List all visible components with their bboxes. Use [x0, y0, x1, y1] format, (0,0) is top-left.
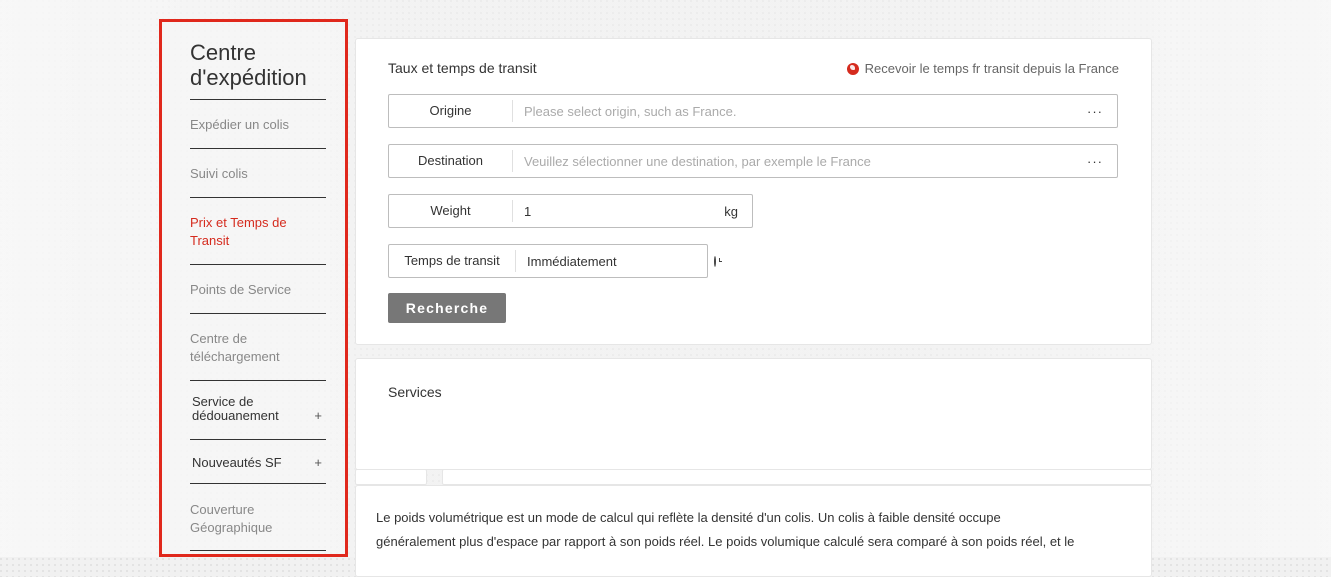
tab-pill[interactable]: [355, 469, 427, 485]
globe-icon: [846, 62, 859, 75]
sidebar-divider: [190, 550, 326, 551]
weight-unit: kg: [724, 203, 738, 219]
france-transit-link[interactable]: Recevoir le temps fr transit depuis la F…: [846, 61, 1119, 76]
weight-label: Weight: [389, 200, 513, 222]
clock-icon[interactable]: [714, 255, 722, 267]
services-title: Services: [388, 384, 442, 400]
sidebar-divider: [190, 313, 326, 314]
sidebar-divider: [190, 197, 326, 198]
origin-field[interactable]: Origine ···: [388, 94, 1118, 128]
transit-time-input[interactable]: [516, 253, 714, 269]
more-options-icon[interactable]: ···: [1087, 104, 1117, 119]
weight-field[interactable]: Weight kg: [388, 194, 753, 228]
services-panel: Services: [355, 358, 1152, 470]
sidebar-divider: [190, 439, 326, 440]
volumetric-info-panel: Le poids volumétrique est un mode de cal…: [355, 485, 1152, 577]
sidebar-divider: [190, 483, 326, 484]
sidebar-divider: [190, 148, 326, 149]
tab-pill[interactable]: [442, 469, 1152, 485]
more-options-icon[interactable]: ···: [1087, 154, 1117, 169]
panel-title: Taux et temps de transit: [388, 60, 537, 76]
sidebar-item-customs-service[interactable]: Service de dédouanement +: [192, 395, 328, 423]
transit-time-label: Temps de transit: [389, 250, 516, 272]
volumetric-info-text: Le poids volumétrique est un mode de cal…: [376, 510, 1075, 549]
sidebar-title: Centre d'expédition: [190, 40, 307, 90]
origin-label: Origine: [389, 100, 513, 122]
sidebar-divider: [190, 264, 326, 265]
rates-transit-panel: Taux et temps de transit Recevoir le tem…: [355, 38, 1152, 345]
expand-plus-icon[interactable]: +: [314, 409, 322, 423]
sidebar-divider: [190, 99, 326, 100]
expand-plus-icon[interactable]: +: [314, 454, 322, 472]
search-button[interactable]: Recherche: [388, 293, 506, 323]
destination-input[interactable]: [513, 153, 1087, 169]
sidebar-divider: [190, 380, 326, 381]
sidebar-item-ship-parcel[interactable]: Expédier un colis: [190, 116, 326, 134]
sidebar-item-sf-news[interactable]: Nouveautés SF +: [192, 454, 328, 472]
sidebar-item-rates-transit[interactable]: Prix et Temps de Transit: [190, 214, 326, 250]
destination-label: Destination: [389, 150, 513, 172]
sidebar-item-geo-coverage[interactable]: Couverture Géographique: [190, 501, 326, 537]
sidebar-item-service-points[interactable]: Points de Service: [190, 281, 326, 299]
sidebar-item-tracking[interactable]: Suivi colis: [190, 165, 326, 183]
weight-input[interactable]: [513, 203, 725, 219]
shipping-center-sidebar: Centre d'expédition Expédier un colis Su…: [159, 19, 348, 557]
origin-input[interactable]: [513, 103, 1087, 119]
destination-field[interactable]: Destination ···: [388, 144, 1118, 178]
sidebar-item-download-center[interactable]: Centre de téléchargement: [190, 330, 326, 366]
transit-time-field[interactable]: Temps de transit: [388, 244, 722, 278]
